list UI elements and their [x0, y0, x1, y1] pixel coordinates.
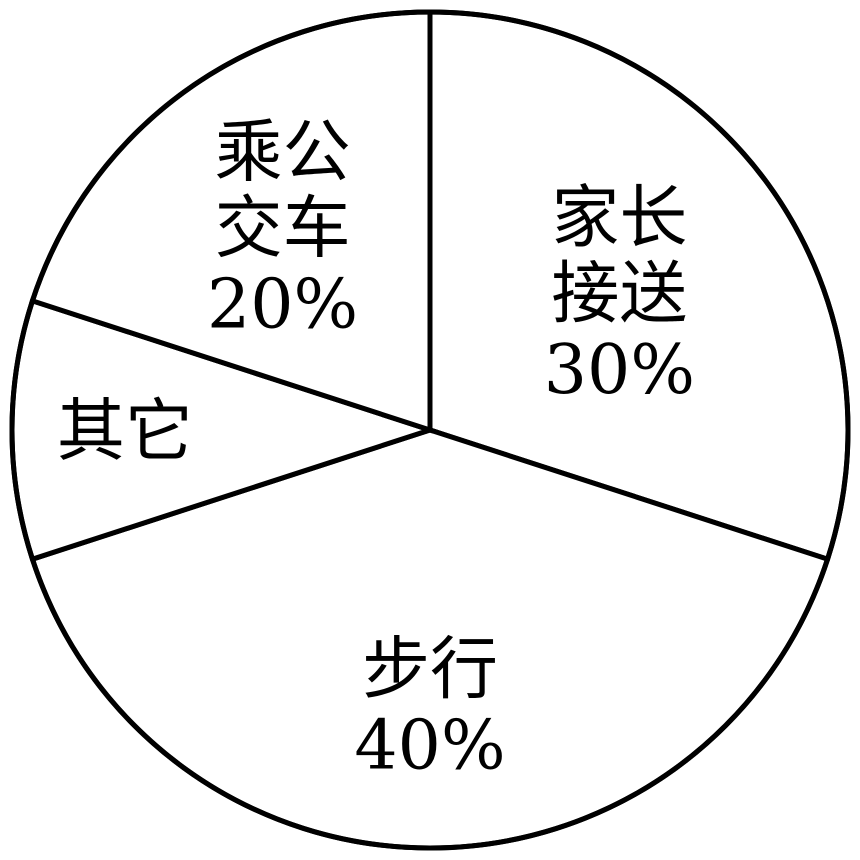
- slice-label-0-line-0: 家长: [551, 179, 687, 258]
- pie-chart-svg: 家长接送30% 步行40% 其它 乘公交车20%: [9, 9, 851, 851]
- slice-label-3-line-0: 乘公: [215, 114, 351, 193]
- slice-label-1-line-0: 步行: [362, 630, 498, 709]
- slice-label-0-line-1: 接送: [551, 255, 687, 334]
- slice-label-3-line-1: 交车: [215, 190, 351, 269]
- slice-label-2-line-0: 其它: [57, 392, 193, 471]
- slice-value-label-0: 30%: [544, 331, 695, 410]
- slice-value-label-1: 40%: [354, 706, 505, 785]
- pie-chart: 家长 接送 30% 步行 40% 其它 乘公 交车 20%: [0, 0, 860, 860]
- slice-value-label-3: 20%: [207, 266, 358, 345]
